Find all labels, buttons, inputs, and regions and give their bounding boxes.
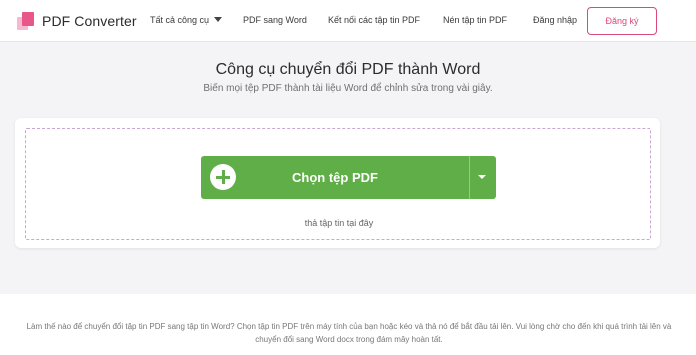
nav-login[interactable]: Đăng nhập — [533, 15, 577, 25]
nav-all-tools-dropdown[interactable]: Tất cả công cụ — [150, 15, 223, 25]
brand-name: PDF Converter — [42, 13, 137, 29]
file-dropzone[interactable]: Chọn tệp PDF thả tập tin tại đây — [25, 128, 651, 240]
nav-compress-pdf[interactable]: Nén tập tin PDF — [443, 15, 507, 25]
page-subtitle: Biến mọi tệp PDF thành tài liệu Word để … — [203, 83, 493, 94]
pdf-converter-logo-icon — [17, 11, 37, 31]
choose-pdf-button[interactable]: Chọn tệp PDF — [201, 156, 496, 199]
info-footer: Làm thế nào để chuyển đổi tập tin PDF sa… — [0, 294, 696, 355]
nav-all-tools-label: Tất cả công cụ — [150, 15, 210, 25]
drop-hint: thả tập tin tại đây — [304, 218, 374, 228]
upload-options-chevron-down-icon[interactable] — [478, 175, 486, 179]
page-title: Công cụ chuyển đổi PDF thành Word — [215, 61, 481, 78]
top-navbar: PDF Converter Tất cả công cụ PDF sang Wo… — [0, 0, 696, 42]
chevron-down-icon — [214, 17, 223, 22]
choose-pdf-label: Chọn tệp PDF — [292, 170, 378, 185]
button-divider — [469, 156, 470, 199]
signup-button[interactable]: Đăng ký — [587, 7, 657, 35]
nav-pdf-to-word[interactable]: PDF sang Word — [243, 15, 307, 25]
upload-card: Chọn tệp PDF thả tập tin tại đây — [15, 118, 660, 248]
how-to-text: Làm thế nào để chuyển đổi tập tin PDF sa… — [26, 322, 672, 344]
brand-logo-link[interactable]: PDF Converter — [17, 11, 137, 31]
nav-merge-pdf[interactable]: Kết nối các tập tin PDF — [328, 15, 420, 25]
